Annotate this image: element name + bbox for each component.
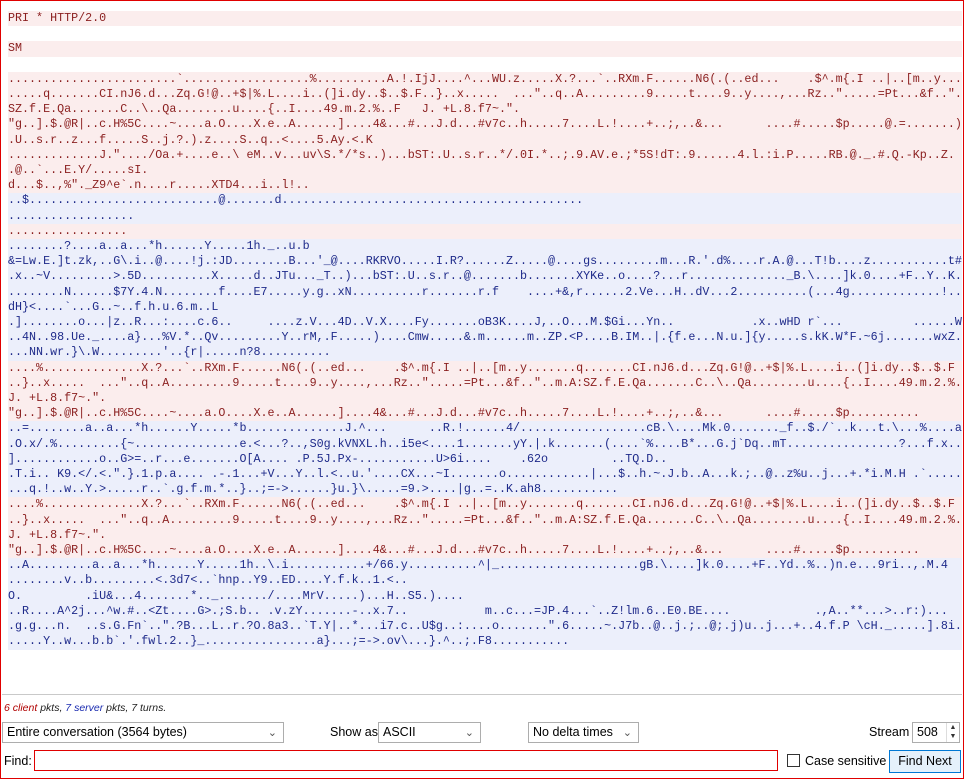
find-input[interactable]	[34, 750, 778, 771]
case-sensitive-label: Case sensitive	[805, 754, 887, 768]
turns-text: pkts, 7 turns.	[103, 702, 167, 714]
stream-number-spinbox[interactable]: 508 ▲ ▼	[912, 722, 960, 743]
find-next-button[interactable]: Find Next	[889, 750, 961, 773]
conversation-direction-select[interactable]: Entire conversation (3564 bytes) ⌄	[2, 722, 284, 743]
chevron-down-icon: ⌄	[267, 727, 277, 739]
conversation-summary: 6 client pkts, 7 server pkts, 7 turns.	[4, 702, 166, 714]
stream-label: Stream	[869, 725, 910, 739]
stream-number-value: 508	[917, 725, 938, 739]
show-as-label: Show as	[330, 725, 378, 739]
client-data-block: PRI * HTTP/2.0	[8, 11, 962, 27]
chevron-down-icon: ⌄	[622, 727, 632, 739]
delta-times-select[interactable]: No delta times ⌄	[528, 722, 639, 743]
find-label: Find:	[4, 754, 32, 768]
case-sensitive-checkbox[interactable]	[787, 754, 800, 767]
stream-text: PRI * HTTP/2.0 SM........................…	[8, 11, 962, 650]
packets-text: pkts,	[37, 702, 66, 714]
server-data-block: ........?....a..a...*h......Y.....1h._..…	[8, 239, 962, 361]
client-data-block: ....%..............X.?...`..RXm.F......N…	[8, 497, 962, 559]
client-packet-count: 6	[4, 702, 10, 714]
vertical-scrollbar[interactable]	[955, 2, 962, 694]
conversation-select-value: Entire conversation (3564 bytes)	[7, 725, 187, 739]
client-data-block: .................	[8, 223, 962, 240]
chevron-down-icon: ⌄	[464, 727, 474, 739]
show-as-value: ASCII	[383, 725, 416, 739]
server-label: server	[74, 702, 104, 714]
delta-times-value: No delta times	[533, 725, 613, 739]
stream-content-view[interactable]: PRI * HTTP/2.0 SM........................…	[2, 2, 962, 695]
show-as-select[interactable]: ASCII ⌄	[378, 722, 481, 743]
client-label: client	[12, 702, 38, 714]
client-data-block: SM	[8, 41, 962, 57]
server-data-block: ..A.........a..a...*h......Y.....1h..\.i…	[8, 558, 962, 650]
server-data-block: ..=........a..a...*h......Y.....*b......…	[8, 421, 962, 498]
server-data-block: ..$...........................@.......d.…	[8, 193, 962, 224]
client-data-block: ........................`...............…	[8, 71, 962, 194]
client-data-block: ....%..............X.?...`..RXm.F......N…	[8, 360, 962, 422]
server-packet-count: 7	[65, 702, 72, 714]
spin-arrows-icon[interactable]: ▲ ▼	[946, 723, 959, 742]
